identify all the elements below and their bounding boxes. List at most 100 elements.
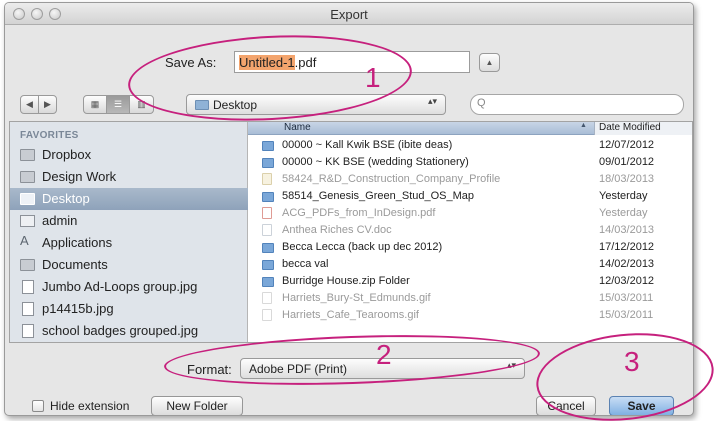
image-file-icon — [22, 280, 34, 294]
file-date: 15/03/2011 — [599, 292, 654, 304]
folder-icon — [20, 171, 35, 183]
annotation-number-2: 2 — [376, 339, 392, 370]
sidebar-item-label: admin — [42, 213, 78, 228]
column-header-date-modified[interactable]: Date Modified — [594, 122, 692, 135]
file-row: Anthea Riches CV.doc 14/03/2013 — [248, 222, 692, 239]
icon-view-button[interactable]: ▦ — [83, 95, 107, 114]
new-folder-button[interactable]: New Folder — [151, 396, 243, 415]
sort-ascending-icon: ▲ — [580, 122, 587, 129]
file-date: 12/03/2012 — [599, 275, 655, 287]
file-date: Yesterday — [599, 207, 648, 219]
sidebar-item-label: Design Work — [42, 169, 117, 184]
folder-icon — [195, 100, 209, 110]
file-name: 58514_Genesis_Green_Stud_OS_Map — [282, 190, 475, 202]
list-view-button[interactable]: ☰ — [106, 95, 130, 114]
sidebar-item-label: Applications — [42, 235, 113, 250]
file-row[interactable]: Burridge House.zip Folder 12/03/2012 — [248, 273, 692, 290]
sidebar-item-label: Desktop — [42, 191, 90, 206]
annotation-number-1: 1 — [365, 62, 381, 93]
sidebar-item-desktop[interactable]: Desktop — [10, 188, 248, 210]
file-date: 17/12/2012 — [599, 241, 655, 253]
sidebar: FAVORITES Dropbox Design Work Desktop ad… — [10, 122, 248, 342]
file-date: 14/02/2013 — [599, 258, 655, 270]
file-name: Becca Lecca (back up dec 2012) — [282, 241, 443, 253]
column-header-name[interactable]: Name — [284, 122, 311, 133]
file-row[interactable]: becca val 14/02/2013 — [248, 256, 692, 273]
archive-file-icon — [262, 173, 272, 185]
save-button[interactable]: Save — [609, 396, 674, 415]
file-date: 18/03/2013 — [599, 173, 655, 185]
file-name: Anthea Riches CV.doc — [282, 224, 392, 236]
file-browser: FAVORITES Dropbox Design Work Desktop ad… — [9, 121, 693, 343]
folder-icon — [262, 158, 274, 168]
annotation-number-3: 3 — [624, 346, 640, 377]
sidebar-item-design-work[interactable]: Design Work — [10, 166, 248, 188]
hide-extension-checkbox[interactable] — [32, 400, 44, 412]
applications-icon: A — [20, 233, 29, 248]
file-row: Harriets_Cafe_Tearooms.gif 15/03/2011 — [248, 307, 692, 324]
image-file-icon — [262, 292, 272, 304]
file-date: 12/07/2012 — [599, 139, 655, 151]
sidebar-item-jumbo-ad-loops[interactable]: Jumbo Ad-Loops group.jpg — [10, 276, 248, 298]
file-name: Harriets_Cafe_Tearooms.gif — [282, 309, 419, 321]
file-date: Yesterday — [599, 190, 648, 202]
sidebar-item-label: Dropbox — [42, 147, 92, 162]
file-row[interactable]: Becca Lecca (back up dec 2012) 17/12/201… — [248, 239, 692, 256]
format-label: Format: — [187, 362, 232, 377]
filename-extension: .pdf — [294, 55, 317, 70]
sidebar-item-p14415b[interactable]: p14415b.jpg — [10, 298, 248, 320]
export-dialog: Export Save As: Untitled-1.pdf ▲ ◀ ▶ ▦ ☰… — [4, 2, 694, 416]
file-name: ACG_PDFs_from_InDesign.pdf — [282, 207, 436, 219]
title-bar: Export — [5, 3, 693, 25]
image-file-icon — [22, 324, 34, 338]
image-file-icon — [262, 309, 272, 321]
folder-icon — [262, 192, 274, 202]
filename-selected-text: Untitled-1 — [239, 55, 295, 70]
filename-input[interactable]: Untitled-1.pdf — [234, 51, 470, 73]
documents-icon — [20, 259, 35, 271]
file-name: 58424_R&D_Construction_Company_Profile — [282, 173, 501, 185]
location-value: Desktop — [213, 98, 258, 112]
back-button[interactable]: ◀ — [20, 95, 39, 114]
image-file-icon — [22, 302, 34, 316]
file-row: 58424_R&D_Construction_Company_Profile 1… — [248, 171, 692, 188]
updown-arrows-icon: ▴▾ — [427, 96, 437, 106]
sidebar-item-admin[interactable]: admin — [10, 210, 248, 232]
sidebar-item-label: Documents — [42, 257, 108, 272]
file-row[interactable]: 00000 ~ KK BSE (wedding Stationery) 09/0… — [248, 154, 692, 171]
format-value: Adobe PDF (Print) — [249, 362, 348, 376]
column-view-button[interactable]: ▥ — [129, 95, 154, 114]
sidebar-item-school-badges[interactable]: school badges grouped.jpg — [10, 320, 248, 342]
expand-dialog-button[interactable]: ▲ — [479, 53, 500, 72]
file-name: Burridge House.zip Folder — [282, 275, 410, 287]
pdf-file-icon — [262, 207, 272, 219]
window-title: Export — [330, 7, 368, 22]
file-date: 14/03/2013 — [599, 224, 655, 236]
sidebar-item-applications[interactable]: A Applications — [10, 232, 248, 254]
search-input[interactable] — [470, 94, 684, 115]
folder-icon — [20, 149, 35, 161]
cancel-button[interactable]: Cancel — [536, 396, 596, 415]
folder-icon — [20, 193, 35, 205]
file-list: Name ▲ Date Modified 00000 ~ Kall Kwik B… — [248, 122, 692, 342]
location-dropdown[interactable]: Desktop ▴▾ — [186, 94, 446, 115]
file-name: 00000 ~ Kall Kwik BSE (ibite deas) — [282, 139, 453, 151]
file-row: Harriets_Bury-St_Edmunds.gif 15/03/2011 — [248, 290, 692, 307]
sidebar-item-dropbox[interactable]: Dropbox — [10, 144, 248, 166]
folder-icon — [262, 277, 274, 287]
sidebar-item-label: school badges grouped.jpg — [42, 323, 199, 338]
file-row: ACG_PDFs_from_InDesign.pdf Yesterday — [248, 205, 692, 222]
folder-icon — [262, 141, 274, 151]
sidebar-item-documents[interactable]: Documents — [10, 254, 248, 276]
file-name: Harriets_Bury-St_Edmunds.gif — [282, 292, 431, 304]
file-row[interactable]: 00000 ~ Kall Kwik BSE (ibite deas) 12/07… — [248, 137, 692, 154]
save-as-label: Save As: — [165, 55, 217, 70]
search-icon: Q — [477, 97, 486, 109]
folder-icon — [262, 243, 274, 253]
file-date: 09/01/2012 — [599, 156, 655, 168]
file-row[interactable]: 58514_Genesis_Green_Stud_OS_Map Yesterda… — [248, 188, 692, 205]
sidebar-item-label: p14415b.jpg — [42, 301, 114, 316]
sidebar-item-label: Jumbo Ad-Loops group.jpg — [42, 279, 198, 294]
updown-arrows-icon: ▴▾ — [506, 360, 516, 370]
forward-button[interactable]: ▶ — [38, 95, 57, 114]
